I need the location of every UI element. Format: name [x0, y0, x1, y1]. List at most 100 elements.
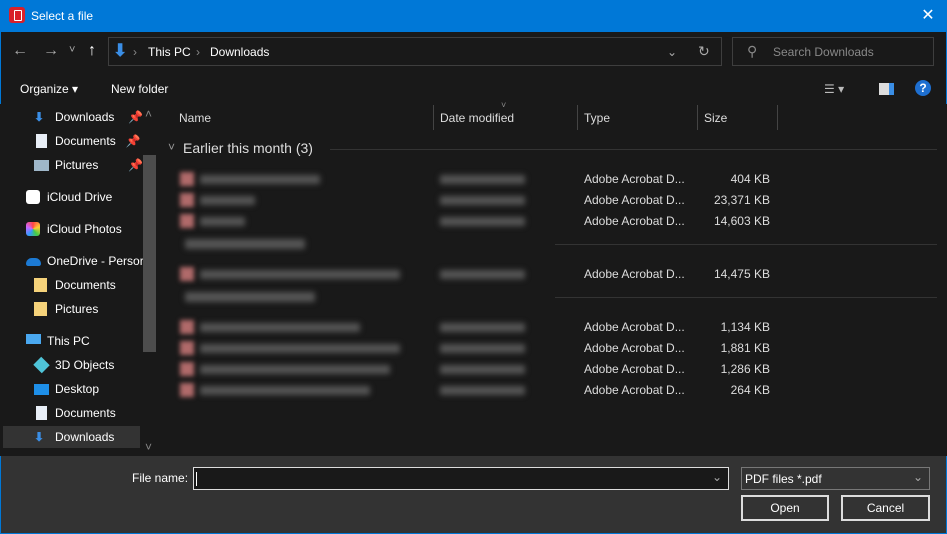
preview-pane-icon[interactable] [879, 83, 894, 95]
navigation-pane[interactable]: ⬇ Downloads 📌 Documents 📌 Pictures 📌 iCloud … [0, 104, 160, 456]
sidebar-item-onedrive[interactable]: OneDrive - Persor [26, 250, 144, 272]
column-divider[interactable] [697, 105, 698, 130]
sidebar-item-label: 3D Objects [55, 358, 115, 372]
onedrive-icon [26, 258, 41, 266]
cancel-button[interactable]: Cancel [841, 495, 930, 521]
group-collapse-icon[interactable]: ˅ [168, 140, 175, 154]
text-cursor [196, 472, 197, 486]
desktop-icon [34, 384, 49, 395]
file-size: 404 KB [730, 172, 770, 186]
file-name-label: File name: [132, 471, 189, 485]
file-row[interactable]: Adobe Acrobat D... 1,134 KB [172, 317, 772, 338]
sidebar-item-downloads-pinned[interactable]: ⬇ Downloads 📌 [34, 106, 143, 128]
group-divider [555, 244, 937, 245]
date-modified-blurred [440, 386, 525, 395]
back-button[interactable]: ← [12, 42, 28, 60]
up-button[interactable]: ↑ [88, 42, 96, 60]
date-modified-blurred [440, 175, 525, 184]
breadcrumb-downloads[interactable]: Downloads [210, 45, 269, 59]
sidebar-item-label: Downloads [55, 110, 115, 124]
sidebar-item-pictures-pinned[interactable]: Pictures 📌 [34, 154, 143, 176]
group-divider [330, 149, 937, 150]
file-type: Adobe Acrobat D... [584, 362, 685, 376]
file-type-select[interactable]: PDF files *.pdf ⌄ [741, 467, 930, 490]
file-type: Adobe Acrobat D... [584, 193, 685, 207]
column-header-size[interactable]: Size [704, 111, 727, 125]
file-row[interactable]: Adobe Acrobat D... 404 KB [172, 169, 772, 190]
column-header-date-modified[interactable]: Date modified [440, 111, 514, 125]
download-icon: ⬇ [34, 430, 45, 444]
pdf-file-icon [180, 341, 194, 355]
sort-indicator-icon: ˅ [501, 100, 507, 110]
scroll-up-arrow[interactable]: ˄ [145, 107, 152, 121]
file-type: Adobe Acrobat D... [584, 341, 685, 355]
group-header-blurred [185, 239, 305, 249]
sidebar-item-3d-objects[interactable]: 3D Objects [33, 354, 115, 376]
sidebar-item-onedrive-documents[interactable]: Documents [34, 274, 116, 296]
sidebar-item-this-pc[interactable]: This PC [26, 330, 90, 352]
column-divider[interactable] [577, 105, 578, 130]
sidebar-item-desktop[interactable]: Desktop [34, 378, 99, 400]
file-row[interactable]: Adobe Acrobat D... 14,603 KB [172, 211, 772, 232]
column-header-name[interactable]: Name [179, 111, 211, 125]
sidebar-item-label: This PC [47, 334, 90, 348]
chevron-down-icon[interactable]: ⌄ [712, 470, 722, 484]
cube-icon [33, 356, 50, 374]
help-icon[interactable]: ? [915, 80, 931, 96]
search-input[interactable]: Search Downloads [773, 45, 874, 59]
column-header-type[interactable]: Type [584, 111, 610, 125]
file-row[interactable]: Adobe Acrobat D... 23,371 KB [172, 190, 772, 211]
column-divider[interactable] [777, 105, 778, 130]
scroll-down-arrow[interactable]: ˅ [145, 440, 152, 454]
download-icon: ⬇ [34, 110, 45, 124]
sidebar-item-icloud-photos[interactable]: iCloud Photos [26, 218, 122, 240]
refresh-icon[interactable]: ↻ [698, 43, 710, 60]
close-button[interactable]: ✕ [915, 4, 941, 28]
pdf-file-icon [180, 214, 194, 228]
file-name-input[interactable]: ⌄ [193, 467, 729, 490]
organize-menu[interactable]: Organize ▾ [20, 82, 78, 96]
folder-icon [34, 278, 47, 292]
address-bar[interactable]: ⬇ › This PC › Downloads ⌄ ↻ [108, 37, 722, 66]
chevron-down-icon[interactable]: ⌄ [913, 470, 923, 484]
sidebar-item-label: iCloud Photos [47, 222, 122, 236]
pin-icon: 📌 [125, 134, 141, 148]
date-modified-blurred [440, 196, 525, 205]
sidebar-scrollbar-thumb[interactable] [143, 155, 156, 352]
recent-locations-button[interactable]: ˅ [69, 44, 75, 56]
group-header[interactable]: Earlier this month (3) [183, 140, 313, 156]
folder-icon [34, 302, 47, 316]
column-divider[interactable] [433, 105, 434, 130]
file-name-blurred [200, 365, 390, 374]
sidebar-item-downloads[interactable]: ⬇ Downloads [3, 426, 140, 448]
address-dropdown-icon[interactable]: ⌄ [667, 45, 677, 59]
sidebar-item-label: Downloads [55, 430, 115, 444]
file-name-blurred [200, 344, 400, 353]
search-icon: ⚲ [747, 43, 758, 59]
sidebar-item-documents-pinned[interactable]: Documents 📌 [34, 130, 141, 152]
picture-icon [34, 160, 49, 171]
view-options-icon[interactable]: ☰ ▾ [824, 82, 844, 96]
sidebar-item-onedrive-pictures[interactable]: Pictures [34, 298, 98, 320]
file-row[interactable]: Adobe Acrobat D... 1,286 KB [172, 359, 772, 380]
file-type: Adobe Acrobat D... [584, 214, 685, 228]
file-row[interactable]: Adobe Acrobat D... 264 KB [172, 380, 772, 401]
date-modified-blurred [440, 217, 525, 226]
sidebar-item-icloud-drive[interactable]: iCloud Drive [26, 186, 112, 208]
file-row[interactable]: Adobe Acrobat D... 14,475 KB [172, 264, 772, 285]
sidebar-item-label: Pictures [55, 158, 99, 172]
forward-button[interactable]: → [43, 42, 59, 60]
file-row[interactable]: Adobe Acrobat D... 1,881 KB [172, 338, 772, 359]
sidebar-item-label: Pictures [55, 302, 99, 316]
search-box[interactable]: ⚲ Search Downloads [732, 37, 934, 66]
file-name-blurred [200, 386, 370, 395]
new-folder-button[interactable]: New folder [111, 82, 168, 96]
sidebar-item-documents[interactable]: Documents [34, 402, 116, 424]
file-size: 1,881 KB [720, 341, 770, 355]
file-type: Adobe Acrobat D... [584, 267, 685, 281]
open-button[interactable]: Open [741, 495, 829, 521]
breadcrumb-this-pc[interactable]: This PC [148, 45, 191, 59]
date-modified-blurred [440, 365, 525, 374]
date-modified-blurred [440, 270, 525, 279]
file-name-blurred [200, 196, 255, 205]
